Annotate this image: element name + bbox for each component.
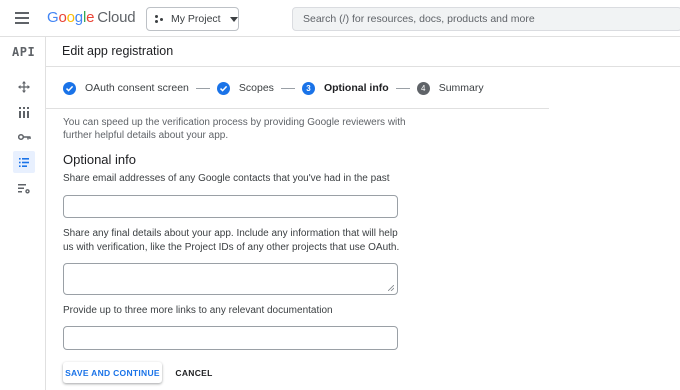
final-details-field[interactable] bbox=[63, 263, 398, 295]
search-input[interactable] bbox=[293, 8, 680, 30]
stepper-divider bbox=[46, 108, 549, 109]
step-label-oauth-consent[interactable]: OAuth consent screen bbox=[85, 82, 189, 94]
step-4-number: 4 bbox=[416, 81, 430, 95]
cancel-button[interactable]: CANCEL bbox=[170, 362, 218, 383]
google-cloud-logo[interactable]: Google Cloud bbox=[47, 9, 136, 26]
save-and-continue-button[interactable]: SAVE AND CONTINUE bbox=[63, 362, 162, 383]
resize-handle-icon[interactable] bbox=[388, 285, 394, 291]
left-nav-rail: API bbox=[0, 37, 46, 390]
step-label-summary: Summary bbox=[438, 82, 484, 94]
doc-links-input[interactable] bbox=[64, 327, 397, 349]
google-contacts-label: Share email addresses of any Google cont… bbox=[63, 173, 390, 184]
step-connector bbox=[280, 87, 295, 89]
step-label-optional-info: Optional info bbox=[323, 82, 389, 94]
section-title: Optional info bbox=[63, 152, 136, 167]
google-contacts-input[interactable] bbox=[64, 196, 397, 217]
project-picker-button[interactable]: My Project bbox=[146, 7, 239, 31]
final-details-label: Share any final details about your app. … bbox=[63, 228, 400, 253]
page-header: Edit app registration bbox=[46, 37, 680, 67]
key-icon[interactable] bbox=[13, 126, 35, 148]
search-bar[interactable] bbox=[292, 7, 680, 31]
menu-icon[interactable] bbox=[15, 12, 29, 24]
page-title: Edit app registration bbox=[62, 44, 174, 58]
doc-links-label: Provide up to three more links to any re… bbox=[63, 305, 333, 316]
top-app-bar: Google Cloud My Project bbox=[0, 0, 680, 37]
move-icon[interactable] bbox=[13, 76, 35, 98]
dashboard-grid-icon[interactable] bbox=[13, 101, 35, 123]
step-connector bbox=[395, 87, 410, 89]
caret-down-icon bbox=[229, 16, 238, 22]
google-contacts-field[interactable] bbox=[63, 195, 398, 218]
step-1-check-icon[interactable] bbox=[63, 81, 76, 95]
api-product-label: API bbox=[12, 45, 36, 59]
project-name: My Project bbox=[171, 13, 221, 25]
settings-list-icon[interactable] bbox=[13, 178, 35, 200]
doc-links-field[interactable] bbox=[63, 326, 398, 350]
consent-list-icon[interactable] bbox=[13, 151, 35, 173]
intro-text: You can speed up the verification proces… bbox=[63, 117, 406, 141]
step-connector bbox=[195, 87, 210, 89]
step-2-check-icon[interactable] bbox=[216, 81, 230, 95]
step-3-number: 3 bbox=[301, 81, 315, 95]
final-details-textarea[interactable] bbox=[64, 264, 397, 294]
registration-stepper: OAuth consent screen Scopes 3 Optional i… bbox=[63, 80, 484, 96]
project-hierarchy-icon bbox=[155, 14, 165, 24]
step-label-scopes[interactable]: Scopes bbox=[239, 82, 274, 94]
